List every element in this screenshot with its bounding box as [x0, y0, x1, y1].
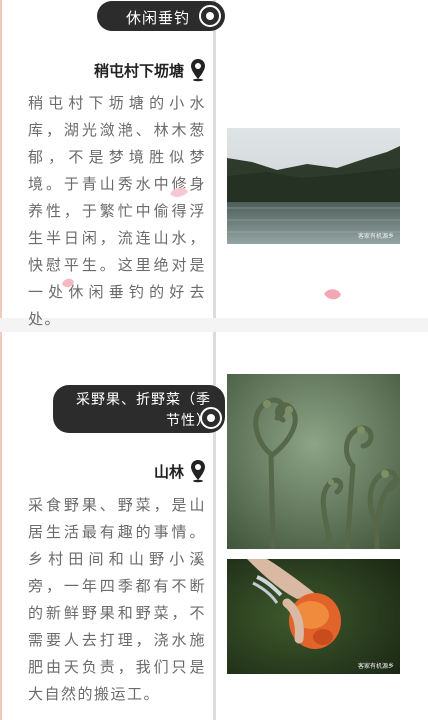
- location-label: 稍屯村下坜塘: [93, 61, 184, 80]
- wild-fruit-photo: 客家有机源乡: [227, 559, 400, 674]
- location-pin-icon: [191, 460, 205, 483]
- photo-watermark: 客家有机源乡: [357, 663, 394, 670]
- fern-photo: [227, 374, 400, 549]
- location-label: 山林: [153, 462, 184, 481]
- section-description: 采食野果、野菜，是山居生活最有趣的事情。乡村田间和山野小溪旁，一年四季都有不断的…: [28, 496, 206, 703]
- timeline-dot-icon: [199, 5, 221, 27]
- petal-decoration: [324, 289, 341, 300]
- section-tag-fishing: 休闲垂钓: [97, 1, 225, 31]
- petal-decoration: [170, 187, 188, 198]
- section-tag-label: 采野果、折野菜（季节性）: [76, 392, 211, 429]
- section-tag-foraging: 采野果、折野菜（季节性）: [53, 385, 225, 433]
- petal-decoration: [62, 278, 74, 288]
- location-row: 稍屯村下坜塘: [94, 58, 206, 82]
- timeline-divider-top: [213, 0, 216, 318]
- timeline-dot-icon: [200, 407, 222, 429]
- location-row: 山林: [154, 459, 206, 483]
- section-tag-label: 休闲垂钓: [126, 9, 191, 27]
- photo-watermark: 客家有机源乡: [357, 233, 394, 240]
- section-description: 稍屯村下坜塘的小水库，湖光潋滟、林木葱郁，不是梦境胜似梦境。于青山秀水中修身养性…: [28, 94, 206, 328]
- location-pin-icon: [191, 59, 205, 82]
- lake-photo: 客家有机源乡: [227, 128, 400, 244]
- page-edge-line: [0, 0, 2, 720]
